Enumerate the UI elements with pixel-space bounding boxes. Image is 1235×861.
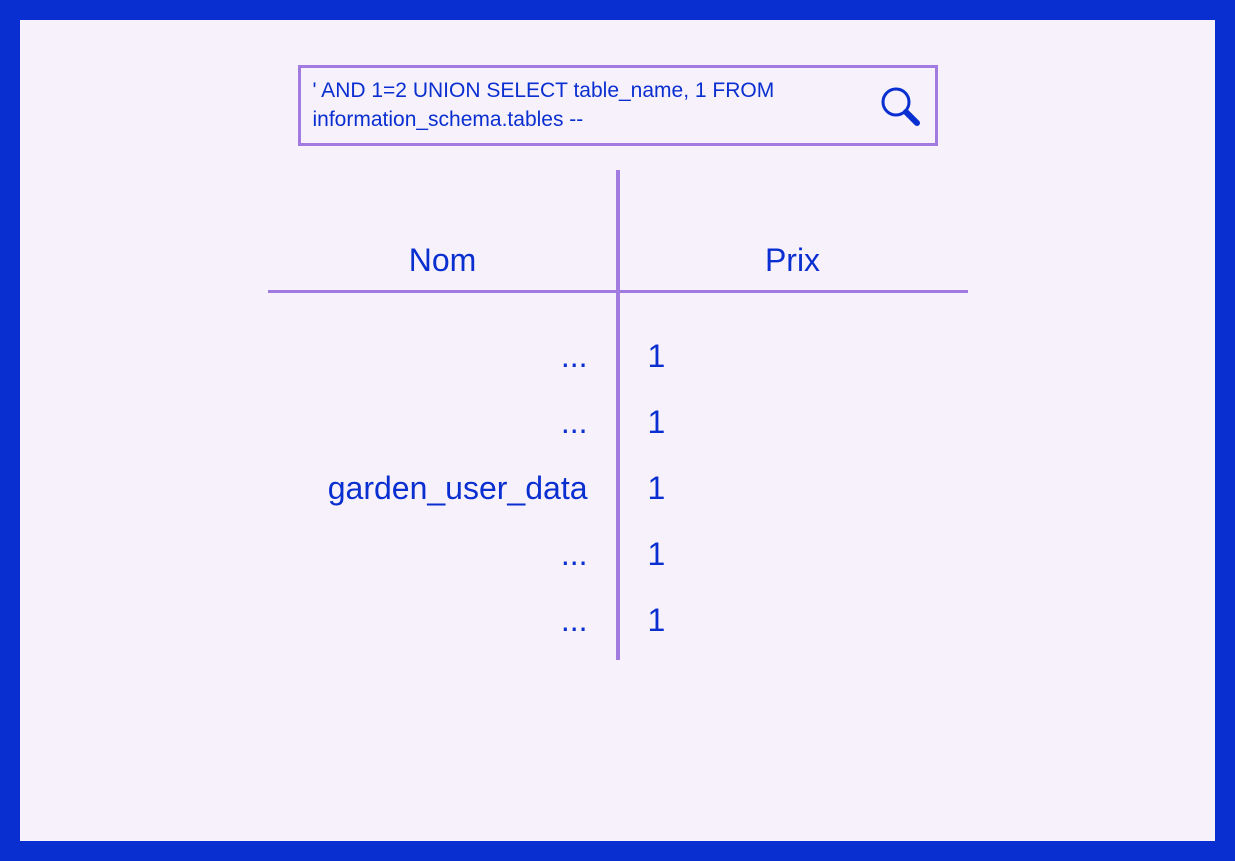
- cell-name: ...: [268, 602, 618, 639]
- column-header-price: Prix: [618, 242, 968, 279]
- cell-price: 1: [618, 338, 968, 375]
- table-row: ... 1: [268, 389, 968, 455]
- cell-price: 1: [618, 470, 968, 507]
- search-input-value: ' AND 1=2 UNION SELECT table_name, 1 FRO…: [313, 76, 875, 135]
- table-body: ... 1 ... 1 garden_user_data 1 ... 1 ...…: [268, 293, 968, 653]
- table-row: ... 1: [268, 587, 968, 653]
- table-row: garden_user_data 1: [268, 455, 968, 521]
- cell-name: ...: [268, 536, 618, 573]
- cell-name: ...: [268, 404, 618, 441]
- results-table: Nom Prix ... 1 ... 1 garden_user_data 1 …: [268, 230, 968, 653]
- table-row: ... 1: [268, 323, 968, 389]
- table-header-row: Nom Prix: [268, 230, 968, 290]
- search-box[interactable]: ' AND 1=2 UNION SELECT table_name, 1 FRO…: [298, 65, 938, 146]
- diagram-canvas: ' AND 1=2 UNION SELECT table_name, 1 FRO…: [20, 20, 1215, 841]
- table-row: ... 1: [268, 521, 968, 587]
- search-icon[interactable]: [875, 81, 923, 129]
- cell-price: 1: [618, 536, 968, 573]
- column-header-name: Nom: [268, 242, 618, 279]
- cell-price: 1: [618, 602, 968, 639]
- cell-price: 1: [618, 404, 968, 441]
- cell-name: garden_user_data: [268, 470, 618, 507]
- cell-name: ...: [268, 338, 618, 375]
